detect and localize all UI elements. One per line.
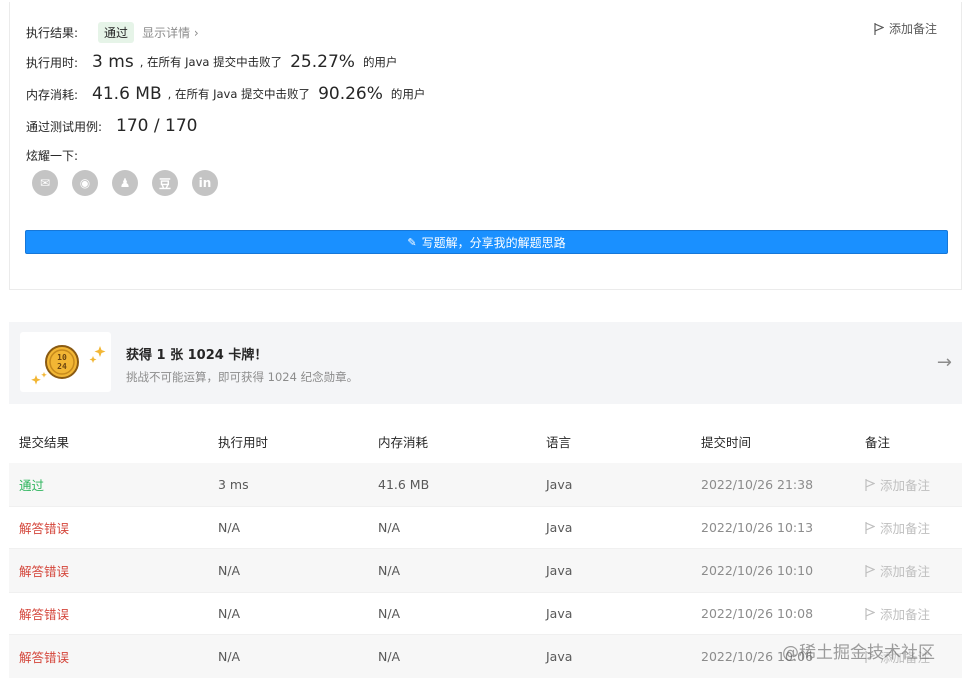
header-runtime: 执行用时 [218,435,269,450]
flag-icon [865,564,875,577]
add-note-button[interactable]: 添加备注 [865,518,930,537]
runtime-row: 执行用时: 3 ms , 在所有 Java 提交中击败了 25.27% 的用户 [26,52,397,72]
tests-value: 170 / 170 [116,116,198,136]
flag-icon [865,607,875,620]
card-reward-banner[interactable]: 10 24 获得 1 张 1024 卡牌！ 挑战不可能运算，即可获得 1024 … [9,322,962,404]
submission-memory: 41.6 MB [378,477,430,492]
submission-result-link[interactable]: 解答错误 [19,647,69,666]
submission-time: 2022/10/26 10:10 [701,563,814,578]
flag-icon [865,521,875,534]
submission-result-link[interactable]: 解答错误 [19,518,69,537]
submission-memory: N/A [378,520,401,535]
submission-time: 2022/10/26 10:13 [701,520,814,535]
share-label: 炫耀一下: [26,149,79,163]
add-note-button[interactable]: 添加备注 [865,561,930,580]
qq-icon[interactable]: ♟ [112,170,138,196]
add-note-label: 添加备注 [888,22,937,36]
coin-icon: 10 24 [31,345,106,385]
weibo-icon[interactable]: ◉ [72,170,98,196]
table-row: 解答错误 N/A N/A Java 2022/10/26 10:13 添加备注 [9,506,962,549]
memory-value: 41.6 MB [92,84,162,104]
runtime-percentile: 25.27% [290,52,355,72]
pencil-icon: ✎ [407,235,417,249]
submission-runtime: 3 ms [218,477,249,492]
submission-memory: N/A [378,649,401,664]
write-solution-label: 写题解，分享我的解题思路 [421,235,566,250]
tests-row: 通过测试用例: 170 / 170 [26,116,197,136]
banner-title: 获得 1 张 1024 卡牌！ [126,348,268,363]
submission-result-link[interactable]: 通过 [19,475,44,494]
submission-runtime: N/A [218,563,241,578]
write-solution-button[interactable]: ✎ 写题解，分享我的解题思路 [25,230,948,254]
add-note-label: 添加备注 [880,607,931,622]
status-row: 执行结果: 通过 显示详情 › [26,22,199,43]
table-row: 解答错误 N/A N/A Java 2022/10/26 10:10 添加备注 [9,549,962,592]
add-note-button[interactable]: 添加备注 [865,475,930,494]
show-details-link[interactable]: 显示详情 › [142,24,199,41]
coin-text-bottom: 24 [57,362,67,371]
table-row: 通过 3 ms 41.6 MB Java 2022/10/26 21:38 添加… [9,463,962,506]
add-note-button[interactable]: 添加备注 [874,20,937,37]
runtime-suffix: 的用户 [362,55,398,69]
tests-label: 通过测试用例: [26,119,103,134]
submission-memory: N/A [378,606,401,621]
submission-language: Java [546,520,573,535]
douban-icon[interactable]: 豆 [152,170,178,196]
submission-result-link[interactable]: 解答错误 [19,561,69,580]
flag-icon [865,478,875,491]
share-row-label: 炫耀一下: [26,147,78,164]
table-header: 提交结果 执行用时 内存消耗 语言 提交时间 备注 [9,420,962,463]
share-buttons: ✉ ◉ ♟ 豆 in [32,170,218,196]
arrow-right-icon[interactable]: → [937,352,952,373]
coin-text-top: 10 [57,353,67,362]
submission-language: Java [546,606,573,621]
submission-runtime: N/A [218,520,241,535]
add-note-label: 添加备注 [880,564,931,579]
runtime-label: 执行用时: [26,55,79,70]
memory-percentile: 90.26% [318,84,383,104]
table-row: 解答错误 N/A N/A Java 2022/10/26 10:08 添加备注 [9,592,962,635]
wechat-icon[interactable]: ✉ [32,170,58,196]
header-result: 提交结果 [19,435,70,450]
watermark: @稀土掘金技术社区 [782,643,935,663]
memory-row: 内存消耗: 41.6 MB , 在所有 Java 提交中击败了 90.26% 的… [26,84,425,104]
add-note-label: 添加备注 [880,521,931,536]
linkedin-icon[interactable]: in [192,170,218,196]
result-card: 执行结果: 通过 显示详情 › 添加备注 执行用时: 3 ms , 在所有 Ja… [9,2,962,290]
submission-runtime: N/A [218,649,241,664]
header-memory: 内存消耗 [378,435,429,450]
flag-icon [874,22,884,35]
submission-language: Java [546,649,573,664]
add-note-label: 添加备注 [880,478,931,493]
memory-suffix: 的用户 [390,87,426,101]
memory-text: , 在所有 Java 提交中击败了 [167,87,311,101]
runtime-text: , 在所有 Java 提交中击败了 [139,55,283,69]
submission-language: Java [546,563,573,578]
header-submitted: 提交时间 [701,435,752,450]
header-note: 备注 [865,435,891,450]
coin-badge-image: 10 24 [20,332,111,392]
header-language: 语言 [546,435,572,450]
memory-label: 内存消耗: [26,87,79,102]
submission-time: 2022/10/26 10:08 [701,606,814,621]
submission-memory: N/A [378,563,401,578]
status-badge: 通过 [98,22,135,43]
runtime-value: 3 ms [92,52,134,72]
submission-time: 2022/10/26 21:38 [701,477,814,492]
status-label: 执行结果: [26,26,79,40]
submission-language: Java [546,477,573,492]
banner-subtitle: 挑战不可能运算，即可获得 1024 纪念勋章。 [126,370,359,384]
add-note-button[interactable]: 添加备注 [865,604,930,623]
submission-runtime: N/A [218,606,241,621]
submission-result-link[interactable]: 解答错误 [19,604,69,623]
